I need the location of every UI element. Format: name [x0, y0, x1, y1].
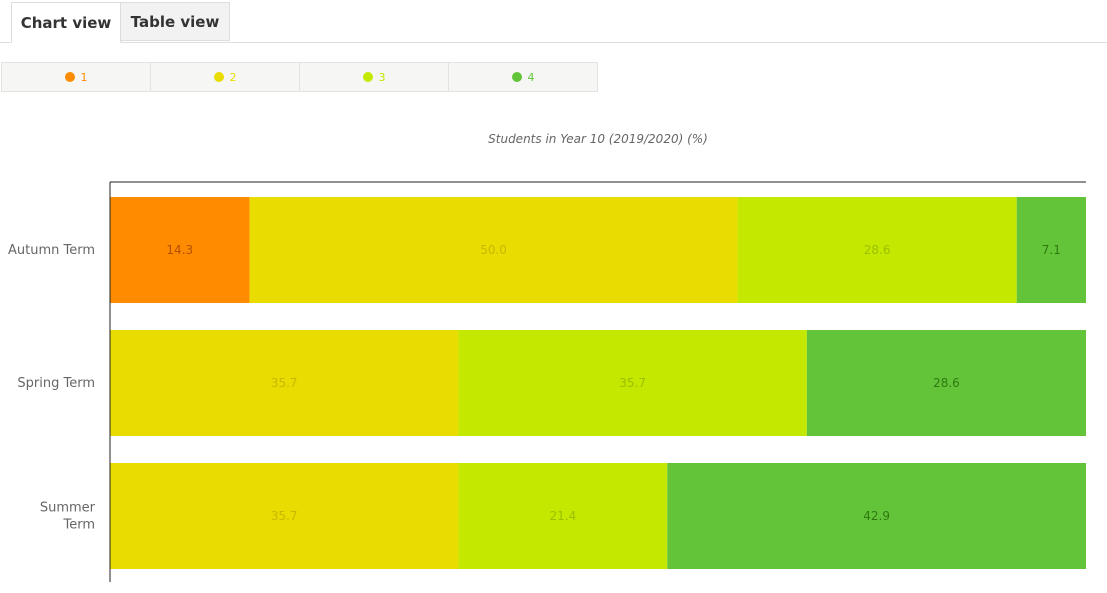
- data-label: 14.3: [166, 243, 193, 257]
- data-label: 21.4: [550, 509, 577, 523]
- category-label: Term: [62, 518, 95, 533]
- data-label: 28.6: [864, 243, 891, 257]
- data-label: 35.7: [271, 509, 298, 523]
- category-label: Autumn Term: [8, 243, 95, 258]
- data-label: 50.0: [480, 243, 507, 257]
- data-label: 28.6: [933, 376, 960, 390]
- stacked-bar-chart: 14.3 50.0 28.6 7.1 Autumn Term 35.7 35.7 28.6 Sp…: [8, 181, 1086, 582]
- data-label: 35.7: [271, 376, 298, 390]
- data-label: 7.1: [1042, 243, 1061, 257]
- data-label: 42.9: [863, 509, 890, 523]
- category-label: Summer: [40, 501, 96, 516]
- category-label: Spring Term: [17, 376, 95, 391]
- data-label: 35.7: [619, 376, 646, 390]
